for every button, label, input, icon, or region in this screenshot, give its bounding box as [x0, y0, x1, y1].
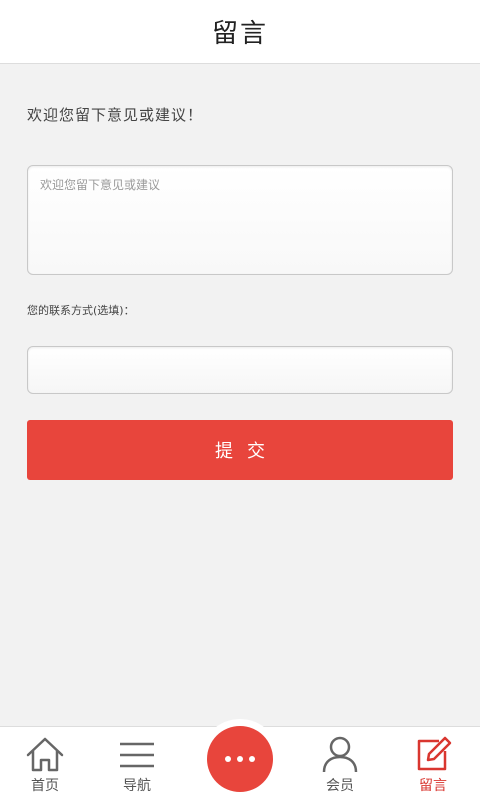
menu-icon — [120, 742, 154, 768]
message-textarea[interactable] — [27, 165, 453, 275]
page-title: 留言 — [211, 19, 268, 49]
center-button-wrap — [200, 719, 280, 799]
contact-label: 您的联系方式(选填)： — [27, 304, 135, 317]
contact-input[interactable] — [27, 346, 453, 394]
edit-icon — [417, 736, 452, 771]
submit-button[interactable]: 提交 — [27, 420, 453, 480]
nav-label-navigation: 导航 — [123, 778, 151, 794]
user-icon — [322, 736, 358, 773]
nav-item-message[interactable]: 留言 — [393, 727, 473, 800]
more-button[interactable] — [207, 726, 273, 792]
nav-label-member: 会员 — [326, 778, 354, 794]
more-icon — [225, 756, 231, 762]
nav-item-home[interactable]: 首页 — [5, 727, 85, 800]
more-icon-dot — [249, 756, 255, 762]
nav-item-member[interactable]: 会员 — [300, 727, 380, 800]
app-root: 留言 欢迎您留下意见或建议！ 您的联系方式(选填)： 提交 首页 导航 — [0, 0, 480, 800]
bottom-nav: 首页 导航 会员 留言 — [0, 719, 480, 800]
nav-item-navigation[interactable]: 导航 — [97, 727, 177, 800]
home-icon — [26, 737, 64, 772]
nav-label-home: 首页 — [31, 778, 59, 794]
nav-label-message: 留言 — [419, 778, 447, 794]
more-icon-dot — [237, 756, 243, 762]
header-bar: 留言 — [0, 0, 480, 64]
intro-text: 欢迎您留下意见或建议！ — [27, 106, 204, 124]
